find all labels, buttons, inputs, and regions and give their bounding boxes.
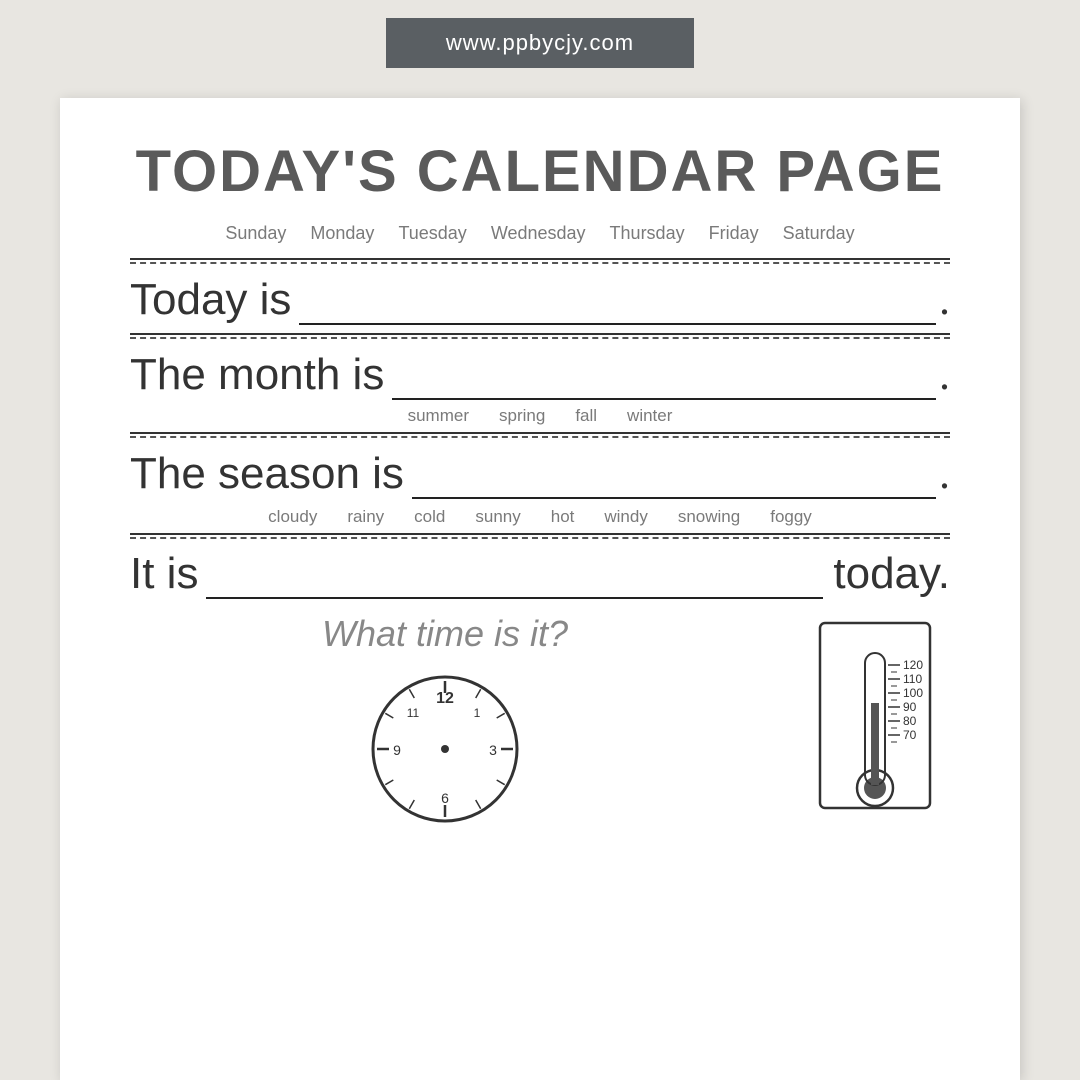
season-spring: spring [499, 406, 545, 426]
weather-rainy: rainy [347, 507, 384, 527]
svg-text:1: 1 [474, 706, 481, 720]
weather-snowing: snowing [678, 507, 740, 527]
top-bar: www.ppbycjy.com [386, 18, 694, 68]
svg-text:100: 100 [903, 686, 923, 700]
svg-text:70: 70 [903, 728, 917, 742]
dashed-line-4 [130, 537, 950, 539]
calendar-page: TODAY'S CALENDAR PAGE Sunday Monday Tues… [60, 98, 1020, 1080]
season-underline[interactable] [412, 497, 936, 499]
weather-foggy: foggy [770, 507, 812, 527]
solid-line-3 [130, 432, 950, 434]
svg-text:110: 110 [903, 672, 922, 686]
svg-text:80: 80 [903, 714, 917, 728]
month-section: The month is . [130, 333, 950, 400]
month-underline[interactable] [392, 398, 936, 400]
dashed-line-2 [130, 337, 950, 339]
it-is-row: It is today. [130, 549, 950, 599]
weather-options: cloudy rainy cold sunny hot windy snowin… [130, 507, 950, 527]
svg-text:90: 90 [903, 700, 917, 714]
solid-line-1 [130, 258, 950, 260]
svg-text:11: 11 [407, 706, 420, 720]
svg-text:6: 6 [441, 790, 449, 806]
it-is-label: It is [130, 549, 198, 599]
svg-text:9: 9 [393, 742, 401, 758]
solid-line-4 [130, 533, 950, 535]
today-label: Today is [130, 275, 291, 325]
month-label: The month is [130, 350, 384, 400]
day-tuesday: Tuesday [398, 223, 466, 244]
season-row: The season is . [130, 448, 950, 499]
it-is-section: It is today. [130, 533, 950, 599]
month-row: The month is . [130, 349, 950, 400]
solid-line-2 [130, 333, 950, 335]
today-suffix: today. [833, 549, 950, 599]
day-friday: Friday [709, 223, 759, 244]
weather-hot: hot [551, 507, 575, 527]
days-of-week: Sunday Monday Tuesday Wednesday Thursday… [130, 223, 950, 244]
season-options: summer spring fall winter [130, 406, 950, 426]
season-fall: fall [575, 406, 597, 426]
season-section: The season is . [130, 432, 950, 499]
today-section: Today is . [130, 258, 950, 325]
weather-cold: cold [414, 507, 445, 527]
svg-text:120: 120 [903, 658, 923, 672]
thermometer-section: °F 120 110 100 [800, 613, 950, 813]
weather-sunny: sunny [475, 507, 520, 527]
thermometer-svg: °F 120 110 100 [800, 613, 950, 813]
bottom-section: What time is it? [130, 613, 950, 829]
svg-text:12: 12 [436, 690, 454, 707]
weather-cloudy: cloudy [268, 507, 317, 527]
season-winter: winter [627, 406, 672, 426]
day-wednesday: Wednesday [491, 223, 586, 244]
dashed-line-3 [130, 436, 950, 438]
weather-windy: windy [604, 507, 647, 527]
dashed-line-1 [130, 262, 950, 264]
clock-section: What time is it? [130, 613, 760, 829]
it-is-underline[interactable] [206, 597, 823, 599]
svg-text:3: 3 [489, 742, 497, 758]
today-underline[interactable] [299, 323, 936, 325]
season-label: The season is [130, 449, 404, 499]
day-monday: Monday [310, 223, 374, 244]
day-thursday: Thursday [610, 223, 685, 244]
website-url: www.ppbycjy.com [446, 30, 634, 55]
day-saturday: Saturday [783, 223, 855, 244]
page-title: TODAY'S CALENDAR PAGE [130, 138, 950, 205]
day-sunday: Sunday [225, 223, 286, 244]
clock-question: What time is it? [322, 613, 568, 655]
today-row: Today is . [130, 274, 950, 325]
clock-face: 12 3 6 9 1 11 [365, 669, 525, 829]
season-summer: summer [408, 406, 469, 426]
